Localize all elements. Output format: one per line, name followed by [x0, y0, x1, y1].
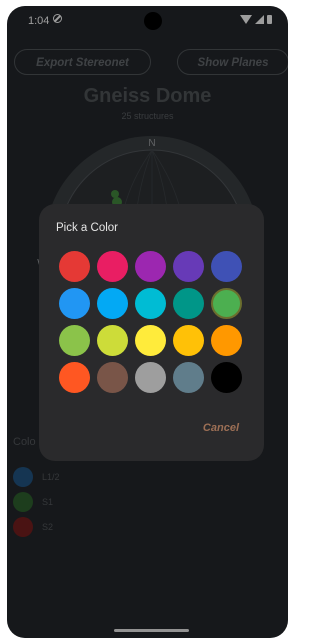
- color-swatch[interactable]: [173, 251, 204, 282]
- color-swatch[interactable]: [59, 362, 90, 393]
- color-swatch[interactable]: [173, 362, 204, 393]
- color-swatch[interactable]: [135, 288, 166, 319]
- phone-screen: 1:04 Export Stereonet Show Planes Gneiss…: [7, 6, 288, 638]
- dialog-title: Pick a Color: [56, 222, 118, 234]
- color-swatch[interactable]: [135, 362, 166, 393]
- color-swatch[interactable]: [173, 288, 204, 319]
- color-swatch[interactable]: [211, 251, 242, 282]
- color-swatch[interactable]: [211, 362, 242, 393]
- color-swatch[interactable]: [59, 251, 90, 282]
- color-swatch[interactable]: [211, 325, 242, 356]
- cancel-button[interactable]: Cancel: [203, 422, 239, 434]
- color-swatch[interactable]: [97, 362, 128, 393]
- color-swatch[interactable]: [211, 288, 242, 319]
- color-picker-dialog: Pick a Color Cancel: [39, 204, 264, 461]
- color-swatch[interactable]: [59, 325, 90, 356]
- color-swatch[interactable]: [59, 288, 90, 319]
- color-swatch[interactable]: [135, 251, 166, 282]
- color-swatch[interactable]: [97, 325, 128, 356]
- color-swatch[interactable]: [135, 325, 166, 356]
- color-swatch[interactable]: [97, 251, 128, 282]
- color-swatch[interactable]: [97, 288, 128, 319]
- color-swatch[interactable]: [173, 325, 204, 356]
